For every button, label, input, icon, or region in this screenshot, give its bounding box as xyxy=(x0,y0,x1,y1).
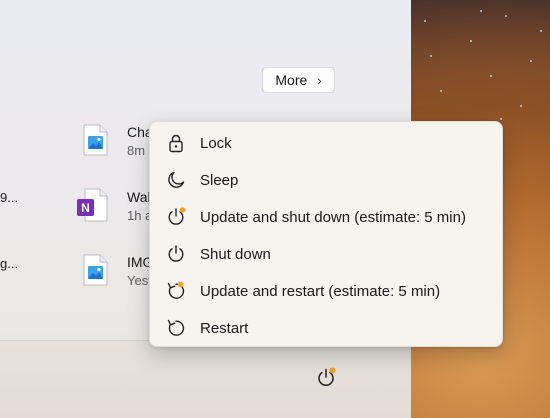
power-menu-item-label: Lock xyxy=(200,135,232,152)
recommended-item-name: IMG xyxy=(127,254,149,270)
recommended-item-time: Yest xyxy=(127,273,149,288)
more-button[interactable]: More › xyxy=(262,67,335,93)
restart-update-icon xyxy=(167,281,185,299)
recommended-item-name: Cha xyxy=(127,124,149,140)
start-menu-footer xyxy=(0,340,411,418)
svg-text:N: N xyxy=(81,201,90,215)
image-file-icon xyxy=(83,254,108,286)
moon-icon xyxy=(168,171,185,188)
power-update-icon xyxy=(168,207,186,225)
recommended-item-left-1[interactable]: 9... xyxy=(0,190,18,205)
more-button-label: More xyxy=(275,72,308,88)
power-update-icon xyxy=(318,367,336,386)
power-menu-item-update-shut-down[interactable]: Update and shut down (estimate: 5 min) xyxy=(154,200,498,234)
recommended-item-left-2[interactable]: g... xyxy=(0,256,18,271)
image-file-icon xyxy=(83,124,108,156)
power-menu-item-shut-down[interactable]: Shut down xyxy=(154,237,498,271)
power-menu-item-lock[interactable]: Lock xyxy=(154,126,498,160)
restart-icon xyxy=(167,319,185,336)
power-menu-item-label: Update and restart (estimate: 5 min) xyxy=(200,283,441,300)
chevron-right-icon: › xyxy=(317,72,322,88)
recommended-item-time: 8m xyxy=(127,143,146,158)
power-menu-item-label: Restart xyxy=(200,320,249,337)
lock-icon xyxy=(169,134,183,153)
recommended-item-name: Wal xyxy=(127,189,149,205)
power-icon xyxy=(168,245,184,262)
power-options-menu: Lock Sleep Update and shut down (estimat… xyxy=(149,121,503,347)
power-button[interactable] xyxy=(312,364,340,392)
power-menu-item-sleep[interactable]: Sleep xyxy=(154,163,498,197)
recommended-item-time: 1h a xyxy=(127,208,149,223)
power-menu-item-label: Shut down xyxy=(200,246,271,263)
power-menu-item-label: Update and shut down (estimate: 5 min) xyxy=(200,209,466,226)
power-menu-item-update-restart[interactable]: Update and restart (estimate: 5 min) xyxy=(154,274,498,308)
power-menu-item-label: Sleep xyxy=(200,172,239,189)
power-menu-item-restart[interactable]: Restart xyxy=(154,311,498,345)
onenote-file-icon: N xyxy=(77,188,108,222)
